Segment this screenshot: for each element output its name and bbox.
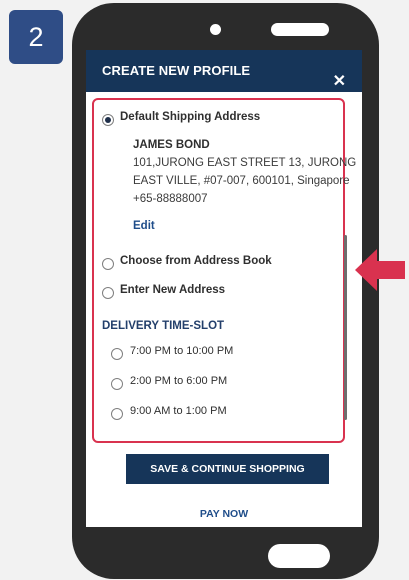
address-line-1: 101,JURONG EAST STREET 13, JURONG [133, 157, 357, 169]
modal-header: CREATE NEW PROFILE ✕ [86, 50, 362, 92]
app-screen: CREATE NEW PROFILE ✕ Default Shipping Ad… [86, 50, 362, 527]
address-book-radio[interactable] [102, 258, 114, 270]
step-badge: 2 [9, 10, 63, 64]
close-icon[interactable]: ✕ [333, 74, 346, 90]
slot-label-2: 2:00 PM to 6:00 PM [130, 375, 228, 387]
edit-link[interactable]: Edit [133, 220, 155, 232]
address-book-label: Choose from Address Book [120, 255, 272, 267]
save-continue-button[interactable]: SAVE & CONTINUE SHOPPING [126, 454, 329, 484]
delivery-time-slot-title: DELIVERY TIME-SLOT [102, 320, 225, 332]
page-title: CREATE NEW PROFILE [102, 63, 251, 78]
new-address-label: Enter New Address [120, 284, 226, 296]
slot-label-3: 9:00 AM to 1:00 PM [130, 405, 227, 417]
recipient-name: JAMES BOND [133, 139, 210, 151]
scrollbar[interactable] [344, 235, 347, 420]
slot-label-1: 7:00 PM to 10:00 PM [130, 345, 234, 357]
camera-icon [210, 24, 221, 35]
phone-number: +65-88888007 [133, 193, 208, 205]
home-button[interactable] [268, 544, 330, 568]
default-address-radio[interactable] [102, 114, 114, 126]
slot-radio-2[interactable] [111, 378, 123, 390]
slot-radio-1[interactable] [111, 348, 123, 360]
slot-radio-3[interactable] [111, 408, 123, 420]
new-address-radio[interactable] [102, 287, 114, 299]
address-section [92, 98, 345, 443]
arrow-left-icon [355, 249, 405, 291]
speaker-icon [271, 23, 329, 36]
pay-now-link[interactable]: PAY NOW [86, 508, 362, 520]
default-address-label: Default Shipping Address [120, 111, 261, 123]
address-line-2: EAST VILLE, #07-007, 600101, Singapore [133, 175, 350, 187]
